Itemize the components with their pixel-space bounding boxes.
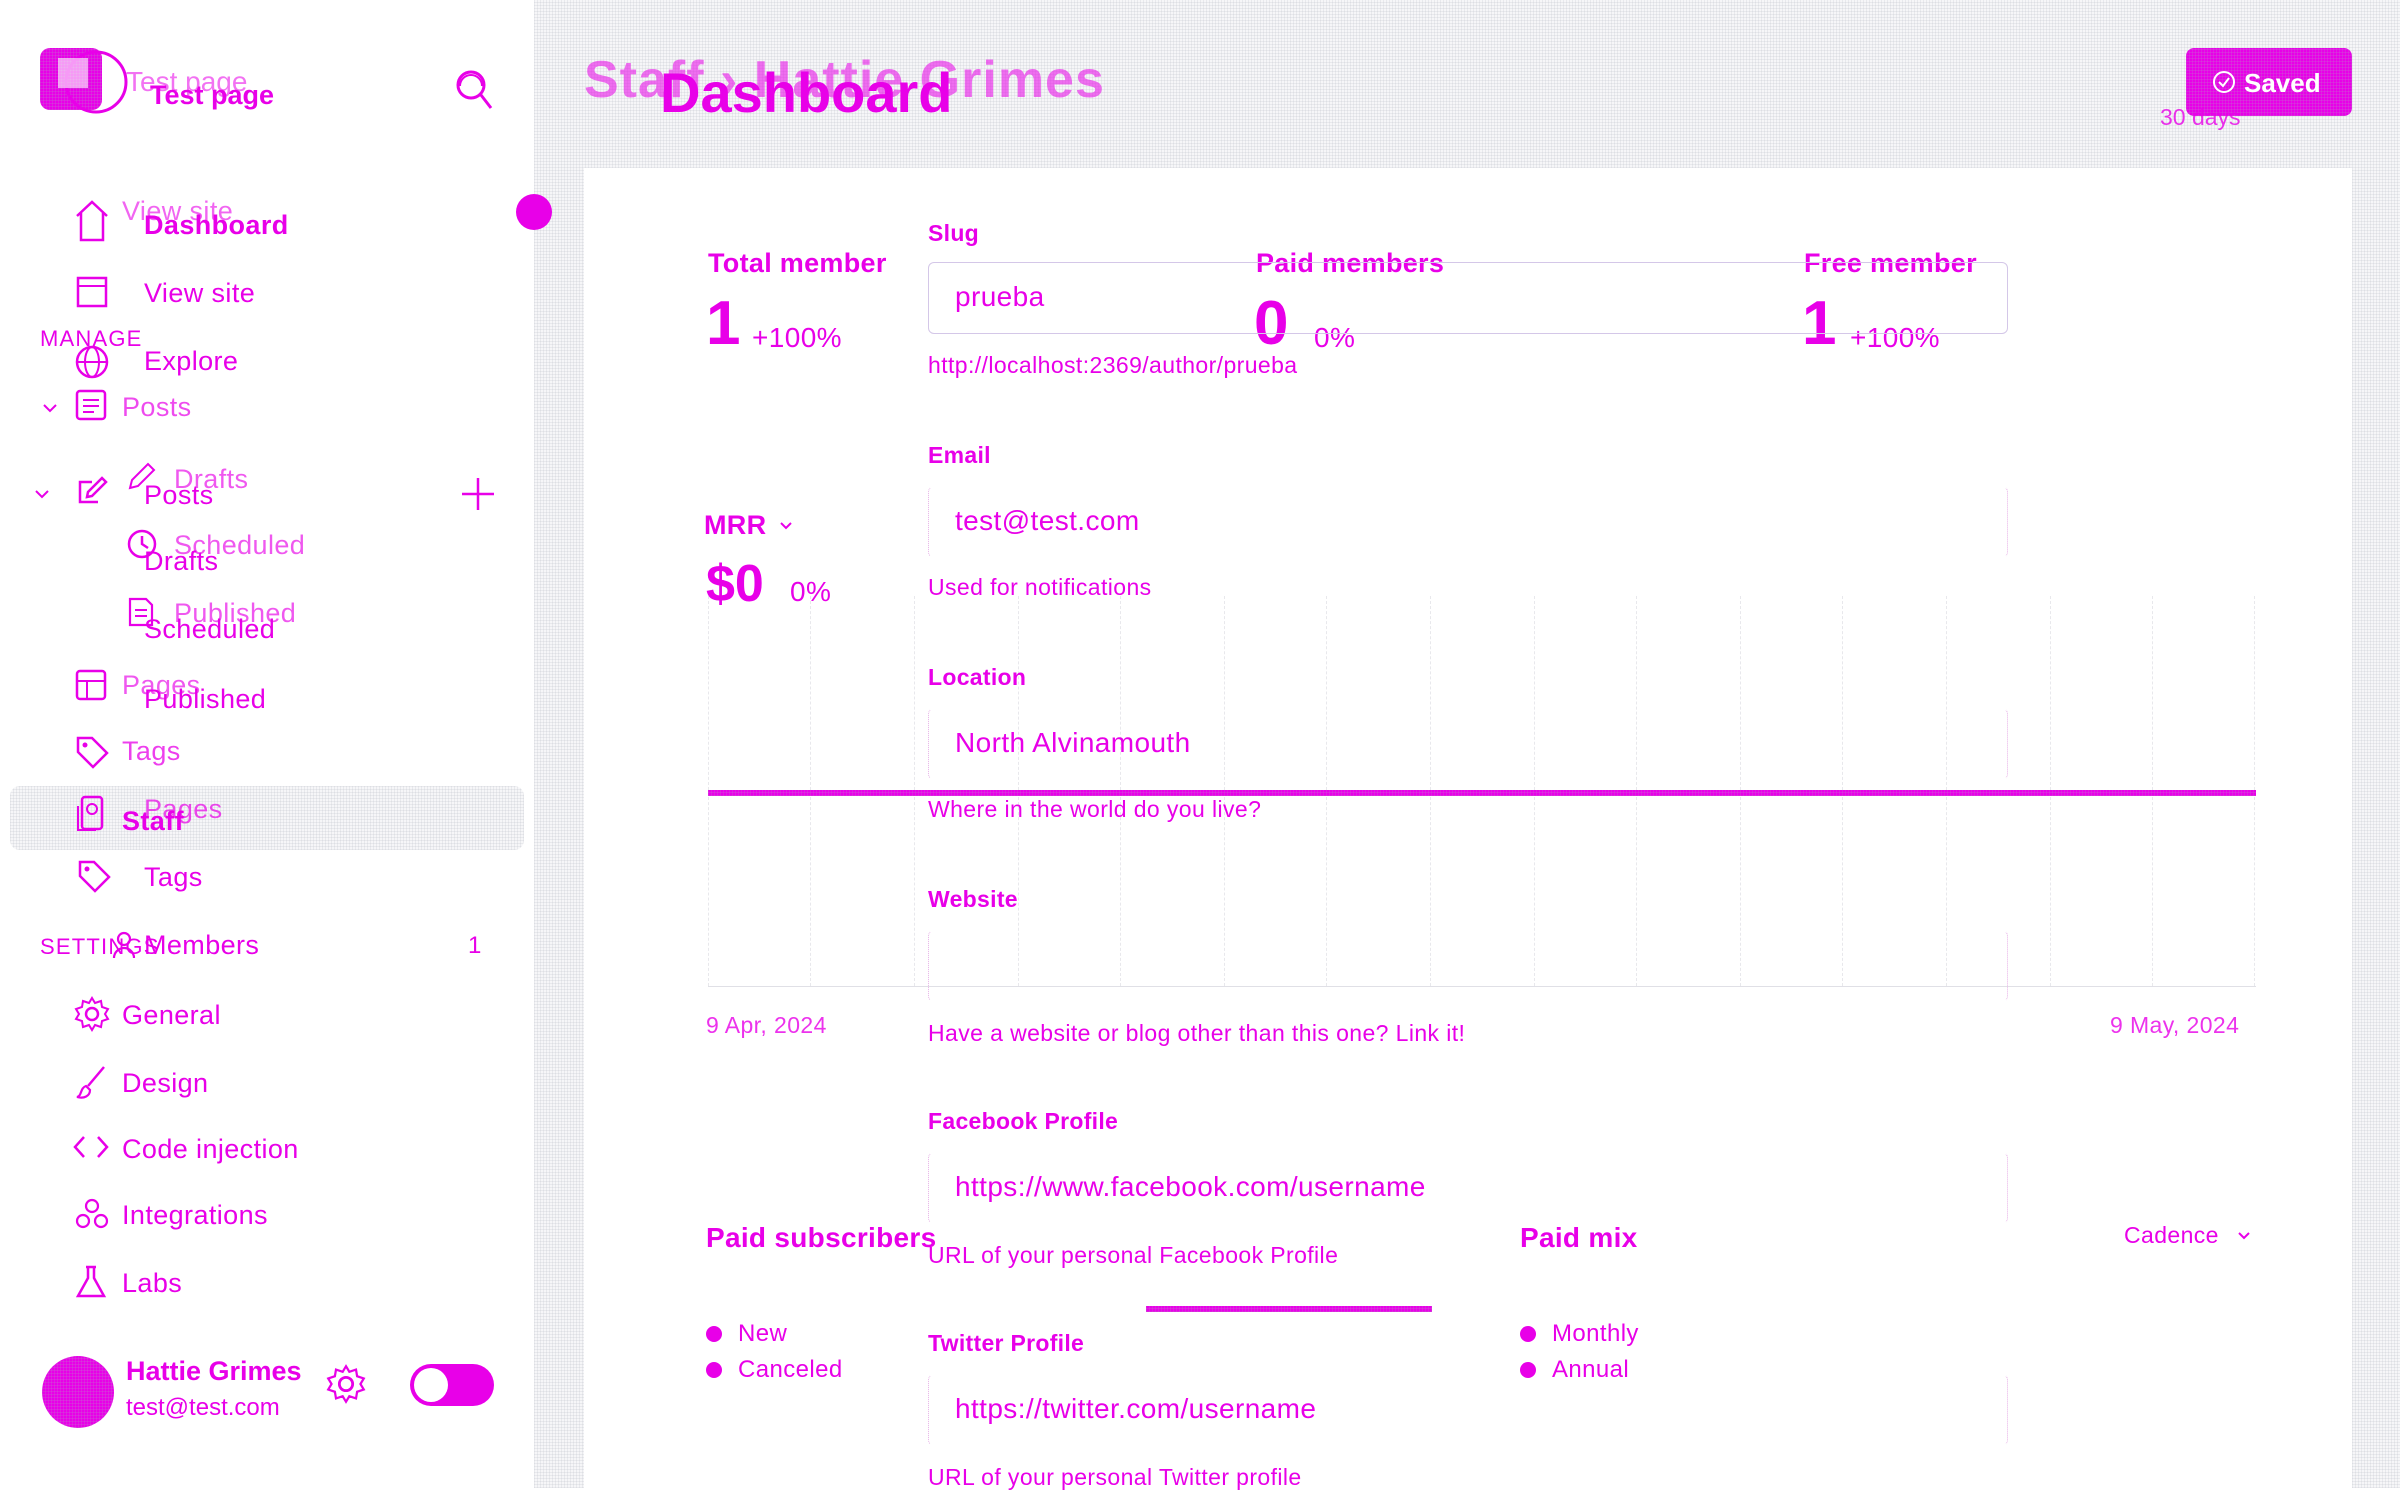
twitter-label: Twitter Profile: [928, 1330, 1085, 1356]
content-card: [584, 168, 2352, 1488]
notification-dot: [516, 194, 552, 230]
chevron-down-icon[interactable]: [40, 398, 60, 418]
twitter-input[interactable]: https://twitter.com/username: [928, 1374, 2008, 1446]
code-icon: [73, 1136, 109, 1158]
legend-canceled: Canceled: [738, 1356, 843, 1383]
nav-tags-ghost: Tags: [122, 736, 181, 766]
avatar[interactable]: [42, 1356, 114, 1428]
twitter-value: https://twitter.com/username: [955, 1393, 1317, 1424]
staff-icon: [77, 795, 104, 831]
location-input[interactable]: North Alvinamouth: [928, 708, 2008, 780]
slug-input[interactable]: prueba: [928, 262, 2008, 334]
website-hint: Have a website or blog other than this o…: [928, 1020, 1466, 1046]
website-input[interactable]: [928, 930, 2008, 1002]
brush-icon: [76, 1066, 105, 1099]
members-icon: [112, 931, 136, 959]
flask-icon: [75, 1265, 107, 1298]
dark-mode-toggle[interactable]: [410, 1364, 494, 1406]
nav-view-site[interactable]: View site: [144, 278, 255, 309]
subscribers-bar: [1146, 1306, 1432, 1312]
pages-icon: [75, 669, 107, 701]
mrr-label[interactable]: MRR: [704, 510, 766, 541]
nav-scheduled[interactable]: Scheduled: [144, 614, 275, 645]
total-members-change: +100%: [752, 322, 842, 353]
date-start: 9 Apr, 2024: [706, 1012, 827, 1038]
range-selector[interactable]: 30 days: [2160, 104, 2241, 131]
chevron-down-icon[interactable]: [2236, 1228, 2252, 1244]
email-input[interactable]: test@test.com: [928, 486, 2008, 558]
paid-subscribers-label: Paid subscribers: [706, 1222, 937, 1253]
slug-value: prueba: [955, 281, 1045, 312]
legend-new-dot: [706, 1326, 722, 1342]
total-members-label: Total member: [708, 248, 887, 278]
tag-icon: [76, 736, 109, 769]
legend-annual: Annual: [1552, 1356, 1630, 1383]
toggle-knob: [414, 1368, 448, 1402]
website-label: Website: [928, 886, 1018, 912]
edit-icon: [78, 476, 108, 504]
check-circle-icon: [2213, 71, 2235, 93]
slug-url: http://localhost:2369/author/prueba: [928, 352, 1298, 378]
legend-monthly: Monthly: [1552, 1320, 1639, 1347]
paid-mix-label: Paid mix: [1520, 1222, 1638, 1253]
legend-new: New: [738, 1320, 788, 1347]
mrr-change: 0%: [790, 576, 832, 607]
layout-icon: [76, 276, 108, 308]
twitter-hint: URL of your personal Twitter profile: [928, 1464, 1302, 1490]
members-count-badge: 1: [468, 932, 482, 959]
total-members-value: 1: [706, 289, 741, 358]
nav-dashboard[interactable]: Dashboard: [144, 210, 289, 241]
nav-posts-ghost: Posts: [122, 392, 192, 422]
chevron-down-icon[interactable]: [778, 518, 794, 534]
facebook-hint: URL of your personal Facebook Profile: [928, 1242, 1339, 1268]
integrations-icon: [75, 1198, 109, 1229]
tag-icon: [78, 860, 111, 893]
nav-integrations[interactable]: Integrations: [122, 1200, 268, 1231]
user-email: test@test.com: [126, 1394, 280, 1421]
nav-explore[interactable]: Explore: [144, 346, 238, 377]
globe-icon: [75, 345, 109, 379]
nav-tags[interactable]: Tags: [144, 862, 203, 893]
user-name: Hattie Grimes: [126, 1356, 302, 1386]
legend-monthly-dot: [1520, 1326, 1536, 1342]
search-icon[interactable]: [452, 66, 494, 114]
settings-gear-icon[interactable]: [326, 1364, 366, 1404]
home-icon: [76, 200, 108, 242]
site-title[interactable]: Test page: [150, 80, 274, 111]
dashboard-title: Dashboard: [660, 61, 953, 124]
nav-staff[interactable]: Staff: [122, 806, 184, 837]
nav-labs[interactable]: Labs: [122, 1268, 182, 1299]
gear-icon: [74, 996, 110, 1032]
legend-canceled-dot: [706, 1362, 722, 1378]
email-label: Email: [928, 442, 991, 468]
facebook-label: Facebook Profile: [928, 1108, 1119, 1134]
chevron-down-icon[interactable]: [32, 484, 52, 504]
nav-code-injection[interactable]: Code injection: [122, 1134, 299, 1165]
publication-icon: [58, 50, 128, 114]
nav-general[interactable]: General: [122, 1000, 221, 1031]
date-end: 9 May, 2024: [2110, 1012, 2240, 1038]
location-value: North Alvinamouth: [955, 727, 1191, 758]
nav-design[interactable]: Design: [122, 1068, 208, 1099]
nav-drafts[interactable]: Drafts: [144, 546, 218, 577]
facebook-value: https://www.facebook.com/username: [955, 1171, 1426, 1202]
location-hint: Where in the world do you live?: [928, 796, 1262, 822]
facebook-input[interactable]: https://www.facebook.com/username: [928, 1152, 2008, 1224]
mrr-value: $0: [706, 555, 764, 613]
legend-annual-dot: [1520, 1362, 1536, 1378]
email-hint: Used for notifications: [928, 574, 1152, 600]
cadence-selector[interactable]: Cadence: [2124, 1222, 2219, 1249]
location-label: Location: [928, 664, 1027, 690]
sidebar: Test page Test page View site Dashboard …: [0, 0, 534, 1488]
email-value: test@test.com: [955, 505, 1140, 536]
nav-members[interactable]: Members: [144, 930, 259, 961]
posts-list-icon: [75, 389, 107, 421]
plus-icon[interactable]: [458, 474, 498, 514]
nav-drafts-ghost: Drafts: [174, 464, 249, 494]
nav-published[interactable]: Published: [144, 684, 266, 715]
slug-label: Slug: [928, 220, 980, 246]
saved-label: Saved: [2244, 68, 2321, 98]
